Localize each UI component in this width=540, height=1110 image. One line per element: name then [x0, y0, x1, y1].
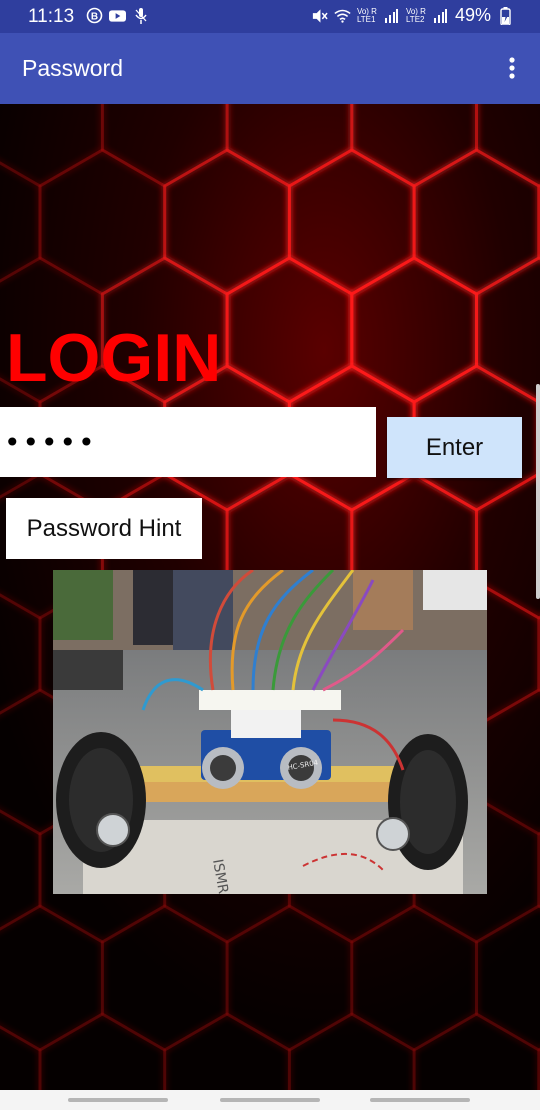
youtube-icon: [109, 7, 126, 24]
sim1-label: LTE1: [356, 14, 376, 24]
b-notification-icon: B: [86, 7, 103, 24]
password-input[interactable]: [0, 407, 376, 477]
enter-button[interactable]: Enter: [387, 417, 522, 478]
sim2-indicator: Vo) R LTE2: [405, 7, 426, 24]
navigation-bar: [0, 1090, 540, 1110]
app-title: Password: [22, 55, 123, 81]
password-hint-button[interactable]: Password Hint: [6, 498, 202, 559]
notification-icons: B: [86, 7, 149, 24]
sim1-indicator: Vo) R LTE1: [356, 7, 377, 24]
battery-percent: 49%: [454, 5, 491, 25]
svg-text:B: B: [91, 12, 98, 23]
mute-icon: [311, 7, 328, 24]
battery-charging-icon: [497, 6, 514, 25]
nav-back[interactable]: [370, 1098, 470, 1102]
signal-1-icon: [383, 7, 400, 24]
status-right: Vo) R LTE1 Vo) R LTE2 49%: [311, 5, 514, 26]
login-title: LOGIN: [6, 320, 222, 396]
wifi-icon: [334, 7, 351, 24]
robot-car-photo: HC-SR04 ISMRIT: [53, 570, 487, 894]
app-bar: Password: [0, 33, 540, 104]
nav-home[interactable]: [220, 1098, 320, 1102]
status-bar: 11:13 B Vo) R LTE1 Vo) R LTE2 49%: [0, 0, 540, 33]
signal-2-icon: [432, 7, 449, 24]
sim2-label: LTE2: [405, 14, 425, 24]
mic-icon: [132, 7, 149, 24]
status-time: 11:13: [28, 6, 75, 27]
more-vert-icon[interactable]: [504, 55, 520, 83]
nav-recents[interactable]: [68, 1098, 168, 1102]
login-screen: LOGIN Enter Password Hint HC-SR04 ISMRIT: [0, 104, 540, 1090]
edge-panel-handle[interactable]: [536, 384, 540, 599]
